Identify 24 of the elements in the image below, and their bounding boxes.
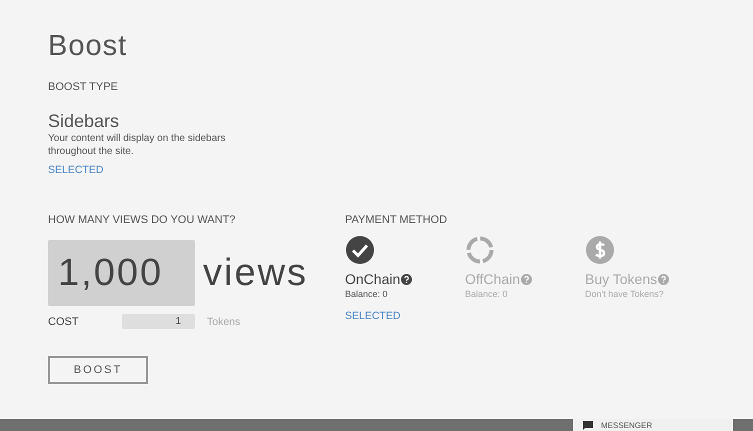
views-unit: views (203, 252, 308, 294)
dialog-title: Boost (48, 30, 128, 63)
views-input[interactable]: 1,000 (48, 240, 195, 306)
selected-label: SELECTED (48, 164, 104, 176)
ring-icon (465, 235, 495, 265)
cost-unit: Tokens (207, 316, 240, 328)
payment-method-note: Balance: 0 (465, 289, 509, 299)
section-label: HOW MANY VIEWS DO YOU WANT? (48, 214, 236, 226)
selected-label: SELECTED (345, 310, 402, 322)
payment-method-name[interactable]: OnChain (345, 271, 400, 287)
cost-field: 1 (122, 314, 195, 329)
boost-button[interactable]: BOOST (48, 356, 148, 384)
section-label: BOOST TYPE (48, 81, 119, 93)
cost-label: COST (48, 316, 80, 328)
section-label: PAYMENT METHOD (345, 214, 448, 226)
check-circle-icon (345, 235, 375, 265)
payment-method-note: Don't have Tokens? (585, 289, 665, 299)
messenger-label: MESSENGER (601, 420, 652, 430)
help-icon[interactable] (401, 274, 412, 284)
dollar-circle-icon (585, 235, 615, 265)
messenger-tab[interactable]: MESSENGER (573, 419, 733, 431)
payment-method-note: Balance: 0 (345, 289, 389, 299)
boost-type-name[interactable]: Sidebars (48, 111, 705, 132)
boost-type-description: Your content will display on the sidebars throughout the site. (48, 132, 227, 158)
